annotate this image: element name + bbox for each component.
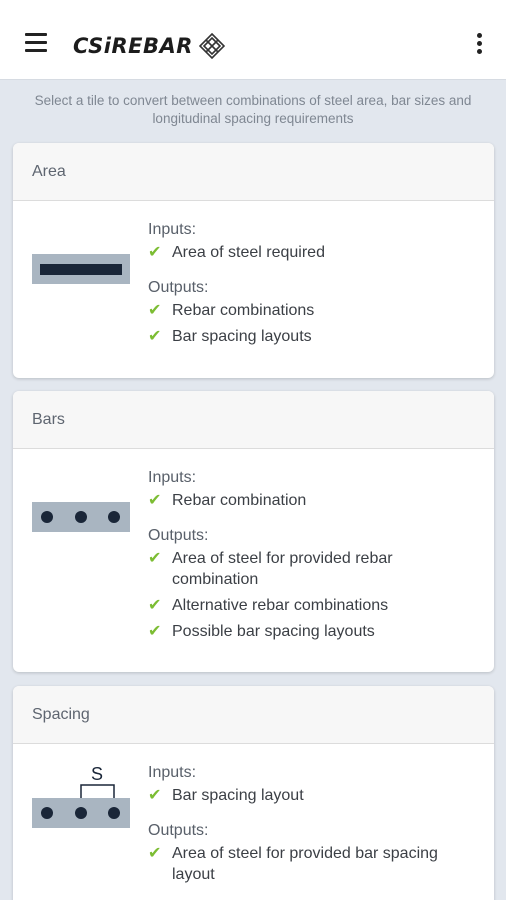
app-bar: CSiREBAR bbox=[0, 0, 506, 80]
bars-tile[interactable]: Bars Inputs: ✔ Rebar combination Outputs… bbox=[13, 391, 494, 672]
inputs-label: Inputs: bbox=[148, 469, 197, 486]
check-icon: ✔ bbox=[148, 328, 162, 345]
intro-text: Select a tile to convert between combina… bbox=[34, 93, 472, 126]
output-text: Area of steel for provided rebar combina… bbox=[172, 550, 393, 588]
spacing-details: Inputs: ✔ Bar spacing layout Outputs: ✔ … bbox=[148, 761, 478, 890]
area-details: Inputs: ✔ Area of steel required Outputs… bbox=[148, 218, 478, 352]
output-text: Rebar combinations bbox=[172, 302, 315, 319]
output-text: Area of steel for provided bar spacing l… bbox=[172, 845, 438, 883]
check-icon: ✔ bbox=[148, 244, 162, 261]
logo-diamond-icon bbox=[198, 33, 225, 59]
check-icon: ✔ bbox=[148, 597, 162, 614]
output-text: Alternative rebar combinations bbox=[172, 597, 389, 614]
list-item: ✔ Area of steel for provided bar spacing… bbox=[148, 843, 478, 885]
outputs-label: Outputs: bbox=[148, 279, 209, 296]
outputs-label: Outputs: bbox=[148, 822, 209, 839]
check-icon: ✔ bbox=[148, 492, 162, 509]
list-item: ✔ Possible bar spacing layouts bbox=[148, 621, 478, 642]
list-item: ✔ Alternative rebar combinations bbox=[148, 595, 478, 616]
app-logo: CSiREBAR bbox=[73, 32, 225, 60]
list-item: ✔ Bar spacing layouts bbox=[148, 326, 478, 347]
check-icon: ✔ bbox=[148, 302, 162, 319]
check-icon: ✔ bbox=[148, 845, 162, 862]
bars-details: Inputs: ✔ Rebar combination Outputs: ✔ A… bbox=[148, 466, 478, 647]
card-title: Area bbox=[13, 143, 494, 201]
input-text: Rebar combination bbox=[172, 492, 307, 509]
area-tile[interactable]: Area Inputs: ✔ Area of steel required Ou… bbox=[13, 143, 494, 378]
check-icon: ✔ bbox=[148, 787, 162, 804]
check-icon: ✔ bbox=[148, 550, 162, 567]
card-title: Bars bbox=[13, 391, 494, 449]
hamburger-menu-icon[interactable] bbox=[22, 31, 50, 55]
inputs-label: Inputs: bbox=[148, 764, 197, 781]
output-text: Possible bar spacing layouts bbox=[172, 623, 375, 640]
spacing-section-icon: S bbox=[32, 764, 130, 828]
input-text: Bar spacing layout bbox=[172, 787, 304, 804]
area-section-icon bbox=[32, 254, 130, 284]
inputs-label: Inputs: bbox=[148, 221, 197, 238]
list-item: ✔ Rebar combination bbox=[148, 490, 478, 511]
card-title: Spacing bbox=[13, 686, 494, 744]
logo-text: CSiREBAR bbox=[73, 34, 193, 58]
list-item: ✔ Rebar combinations bbox=[148, 300, 478, 321]
spacing-tile[interactable]: Spacing S Inputs: ✔ Bar spacing layout O… bbox=[13, 686, 494, 900]
outputs-label: Outputs: bbox=[148, 527, 209, 544]
list-item: ✔ Area of steel for provided rebar combi… bbox=[148, 548, 478, 590]
bars-section-icon bbox=[32, 502, 130, 532]
output-text: Bar spacing layouts bbox=[172, 328, 312, 345]
input-text: Area of steel required bbox=[172, 244, 325, 261]
overflow-menu-icon[interactable] bbox=[468, 31, 492, 57]
list-item: ✔ Area of steel required bbox=[148, 242, 478, 263]
list-item: ✔ Bar spacing layout bbox=[148, 785, 478, 806]
check-icon: ✔ bbox=[148, 623, 162, 640]
spacing-label: S bbox=[91, 764, 103, 784]
